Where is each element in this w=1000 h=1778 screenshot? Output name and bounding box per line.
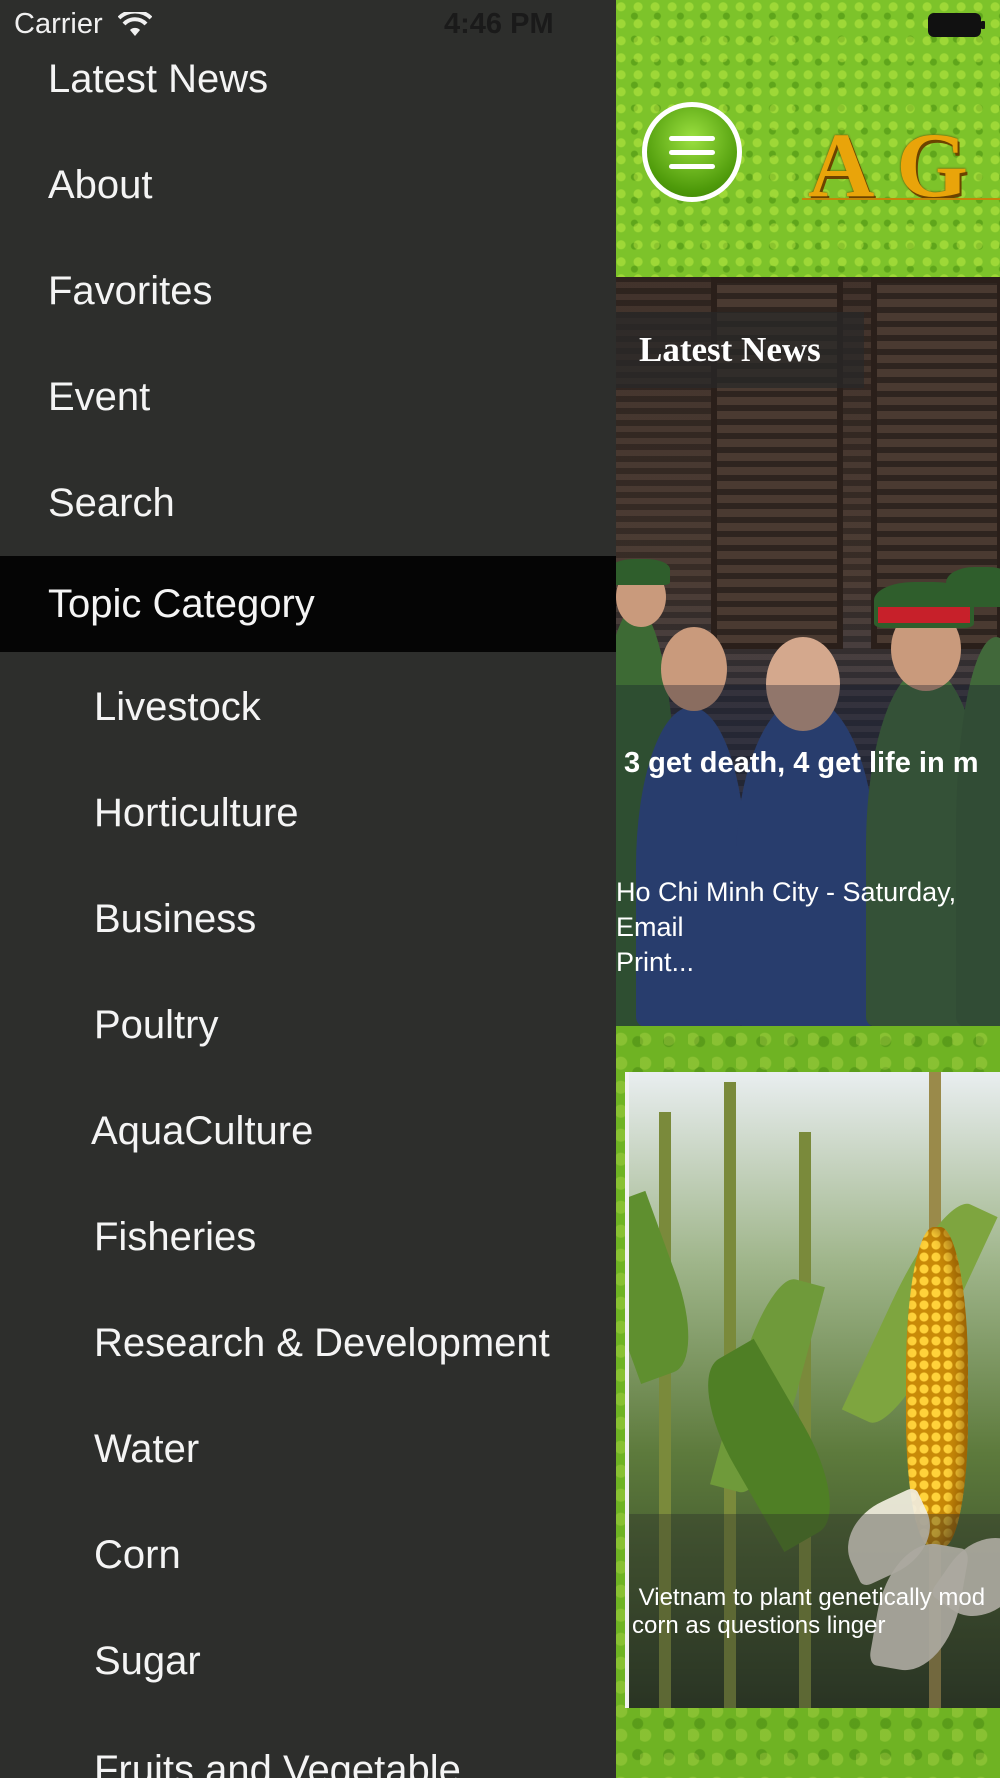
menu-subitem-label: Horticulture: [94, 790, 299, 835]
menu-subitem-poultry[interactable]: Poultry: [0, 972, 616, 1078]
menu-subitem-label: Research & Development: [94, 1320, 550, 1365]
menu-item-event[interactable]: Event: [0, 344, 616, 450]
menu-item-label: Favorites: [48, 268, 213, 313]
wifi-icon: [118, 12, 152, 36]
menu-item-label: Topic Category: [48, 581, 315, 626]
menu-subitem-fisheries[interactable]: Fisheries: [0, 1184, 616, 1290]
photo-figure: [878, 607, 970, 623]
main-content: A G Latest News 3 get death, 4 get life …: [616, 0, 1000, 1778]
menu-subitem-horticulture[interactable]: Horticulture: [0, 760, 616, 866]
menu-subitem-label: Fisheries: [94, 1214, 257, 1259]
menu-item-label: Event: [48, 374, 151, 419]
menu-subitem-research-development[interactable]: Research & Development: [0, 1290, 616, 1396]
menu-subitem-label: Corn: [94, 1532, 181, 1577]
menu-subitem-label: Sugar: [94, 1638, 201, 1683]
menu-subitem-sugar[interactable]: Sugar: [0, 1608, 616, 1714]
side-menu: Latest News About Favorites Event Search…: [0, 0, 616, 1778]
menu-subitem-label: Livestock: [94, 684, 261, 729]
menu-subitem-label: Business: [94, 896, 257, 941]
menu-subitem-label: Water: [94, 1426, 200, 1471]
menu-item-favorites[interactable]: Favorites: [0, 238, 616, 344]
hamburger-menu-icon[interactable]: [642, 102, 742, 202]
corn-story-caption: Vietnam to plant genetically mod corn as…: [632, 1584, 986, 1639]
menu-subitem-water[interactable]: Water: [0, 1396, 616, 1502]
news-headline: 3 get death, 4 get life in m: [624, 747, 979, 779]
menu-subitem-label: Fruits and Vegetable: [94, 1748, 461, 1778]
news-summary: Ho Chi Minh City - Saturday, Email Print…: [616, 877, 957, 977]
latest-news-label: Latest News: [616, 312, 864, 388]
photo-figure: [616, 559, 670, 585]
menu-item-label: Search: [48, 480, 175, 525]
photo-figure: [946, 567, 1000, 607]
menu-subitem-livestock[interactable]: Livestock: [0, 654, 616, 760]
menu-subitem-business[interactable]: Business: [0, 866, 616, 972]
latest-news-card[interactable]: Latest News 3 get death, 4 get life in m…: [616, 277, 1000, 1026]
menu-item-label: Latest News: [48, 56, 269, 101]
app-logo: A G: [808, 114, 970, 216]
menu-subitem-corn[interactable]: Corn: [0, 1502, 616, 1608]
menu-subitem-fruits-and-vegetable[interactable]: Fruits and Vegetable: [0, 1714, 616, 1778]
battery-icon: [928, 13, 985, 37]
menu-item-search[interactable]: Search: [0, 450, 616, 556]
menu-item-label: About: [48, 162, 153, 207]
status-time: 4:46 PM: [444, 8, 554, 40]
corn-story-card[interactable]: Vietnam to plant genetically mod corn as…: [625, 1072, 1000, 1708]
carrier-label: Carrier: [14, 8, 103, 40]
menu-subitem-aquaculture[interactable]: AquaCulture: [0, 1078, 616, 1184]
menu-item-about[interactable]: About: [0, 132, 616, 238]
menu-subitem-label: AquaCulture: [91, 1108, 314, 1153]
logo-underline: [802, 198, 1000, 200]
menu-subitem-label: Poultry: [94, 1002, 219, 1047]
menu-item-topic-category[interactable]: Topic Category: [0, 556, 616, 652]
status-bar: Carrier 4:46 PM: [0, 0, 1000, 48]
